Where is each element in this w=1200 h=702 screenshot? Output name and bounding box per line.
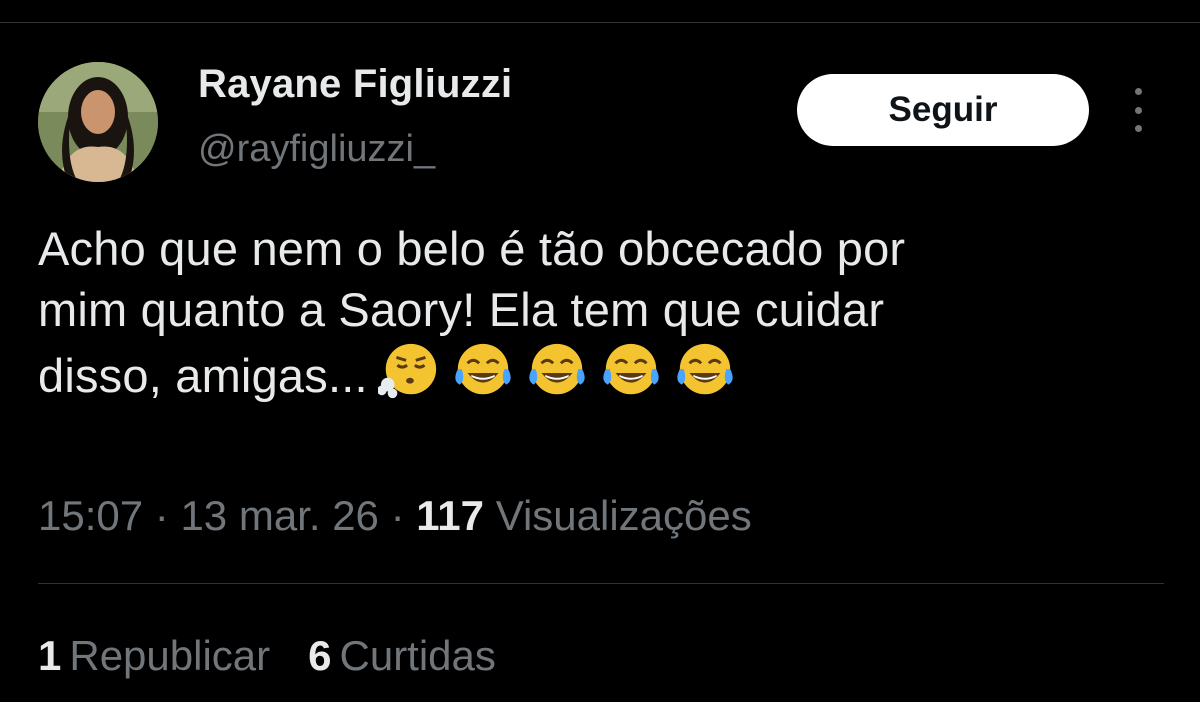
- tweet-text-line: mim quanto a Saory! Ela tem que cuidar: [38, 283, 885, 336]
- tweet-page: Rayane Figliuzzi @rayfigliuzzi_ Seguir A…: [0, 0, 1200, 702]
- likes-stat[interactable]: 6 Curtidas: [308, 632, 496, 680]
- reposts-stat[interactable]: 1 Republicar: [38, 632, 270, 680]
- reposts-count: 1: [38, 632, 62, 679]
- avatar-image: [38, 62, 158, 182]
- more-options-button[interactable]: [1118, 88, 1158, 132]
- author-handle[interactable]: @rayfigliuzzi_: [198, 128, 435, 171]
- views-count: 117: [416, 492, 485, 539]
- tweet-text-line-last: disso, amigas...: [38, 340, 1178, 406]
- meta-separator: ·: [390, 492, 405, 539]
- views-label: Visualizações: [495, 492, 752, 539]
- tweet-time[interactable]: 15:07: [38, 492, 143, 539]
- tweet-text-line: Acho que nem o belo é tão obcecado por: [38, 222, 906, 275]
- tweet-text-fragment: disso, amigas...: [38, 349, 368, 402]
- top-divider: [0, 22, 1200, 23]
- face-exhaling-emoji: [377, 343, 436, 399]
- tears-of-joy-emoji: [677, 343, 733, 395]
- emoji-row: [377, 340, 736, 402]
- likes-label: Curtidas: [339, 632, 496, 679]
- divider: [38, 583, 1164, 584]
- avatar[interactable]: [38, 62, 158, 182]
- reposts-label: Republicar: [69, 632, 271, 679]
- likes-count: 6: [308, 632, 332, 679]
- more-vertical-icon: [1134, 88, 1142, 95]
- tweet-text: Acho que nem o belo é tão obcecado por m…: [38, 218, 1178, 406]
- tears-of-joy-emoji: [603, 343, 659, 395]
- tears-of-joy-emoji: [455, 343, 511, 395]
- engagement-stats: 1 Republicar 6 Curtidas: [38, 632, 496, 680]
- tears-of-joy-emoji: [529, 343, 585, 395]
- tweet-date[interactable]: 13 mar. 26: [180, 492, 378, 539]
- meta-separator: ·: [154, 492, 169, 539]
- more-vertical-icon-dot: [1134, 106, 1142, 114]
- tweet-meta: 15:07 · 13 mar. 26 · 117 Visualizações: [38, 492, 752, 540]
- more-vertical-icon-dot: [1134, 125, 1142, 132]
- author-display-name[interactable]: Rayane Figliuzzi: [198, 62, 512, 107]
- follow-button[interactable]: Seguir: [797, 74, 1089, 146]
